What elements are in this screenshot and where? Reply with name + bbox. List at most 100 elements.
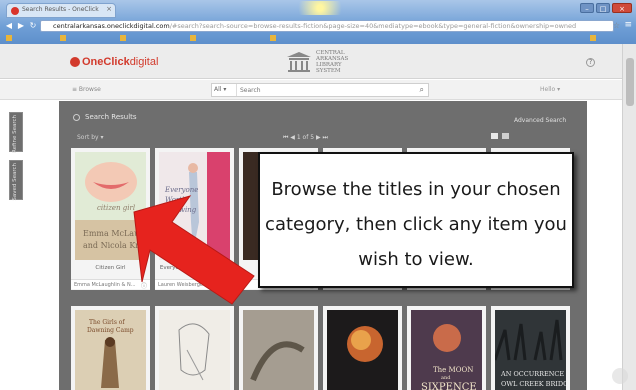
owl-creek-bridge-cover-art: AN OCCURRENCE AT OWL CREEK BRIDGE <box>495 310 566 390</box>
window-controls: – □ × <box>580 3 632 13</box>
info-icon[interactable]: ⓘ <box>225 281 231 290</box>
logo-suffix: digital <box>129 56 159 68</box>
book-cover[interactable] <box>327 310 398 390</box>
reload-icon[interactable]: ↻ <box>28 21 38 31</box>
bookmark-item[interactable] <box>6 35 14 42</box>
back-arrow-icon[interactable]: ◀ <box>4 21 14 31</box>
info-icon[interactable]: ⓘ <box>141 281 147 290</box>
book-cover[interactable]: The Girls of Dawning Camp <box>75 310 146 390</box>
book-card[interactable]: Everyone Worth Knowing Everyone Worth Kn… <box>155 148 234 290</box>
list-view-icon[interactable] <box>502 133 509 139</box>
pagination[interactable]: ⏮ ◀ 1 of 5 ▶ ⏭ <box>283 134 328 142</box>
page-scrollbar[interactable] <box>622 44 636 390</box>
help-icon[interactable]: ? <box>586 58 595 67</box>
browser-menu-icon[interactable]: ≡ <box>624 20 632 30</box>
book-cover[interactable]: AN OCCURRENCE AT OWL CREEK BRIDGE <box>495 310 566 390</box>
svg-text:Dawning Camp: Dawning Camp <box>87 327 134 334</box>
book-cover[interactable]: Emma McLaughlin and Nicola Kraus citizen… <box>75 152 146 260</box>
bookmark-item[interactable] <box>120 35 128 42</box>
url-host: centralarkansas.oneclickdigital.com <box>53 22 170 30</box>
book-title[interactable]: Citizen Girl <box>71 265 150 271</box>
advanced-search-link[interactable]: Advanced Search <box>514 117 566 124</box>
bookmark-item[interactable] <box>190 35 198 42</box>
book-title[interactable]: Everyone Worth Knowing <box>155 265 234 271</box>
logo-mark-icon <box>70 57 80 67</box>
close-tab-icon[interactable]: × <box>106 5 112 13</box>
book-cover-art <box>243 310 314 390</box>
bookmark-star-icon[interactable]: ☆ <box>613 21 620 30</box>
citizen-girl-cover-art: Emma McLaughlin and Nicola Kraus citizen… <box>75 152 146 260</box>
book-cover[interactable] <box>159 310 230 390</box>
book-cover[interactable] <box>243 310 314 390</box>
refine-search-label: Refine Search <box>12 115 18 153</box>
book-card-footer: Lauren Weisberger ⓘ <box>155 279 234 290</box>
svg-text:The Girls of: The Girls of <box>89 319 125 326</box>
browse-menu-button[interactable]: ≡ Browse <box>72 86 101 93</box>
favicon-icon <box>11 7 19 15</box>
browser-chrome: Search Results - OneClick × – □ × ◀ ▶ ↻ … <box>0 0 636 44</box>
book-card[interactable]: AN OCCURRENCE AT OWL CREEK BRIDGE <box>491 306 570 390</box>
svg-text:AN OCCURRENCE AT: AN OCCURRENCE AT <box>500 370 566 378</box>
user-menu[interactable]: Hello ▾ <box>540 86 560 93</box>
book-cover-art <box>159 310 230 390</box>
moon-and-sixpence-cover-art: The MOON and SIXPENCE <box>411 310 482 390</box>
grid-view-icon[interactable] <box>491 133 498 139</box>
view-toggle <box>491 133 509 139</box>
svg-text:and Nicola Kraus: and Nicola Kraus <box>83 241 146 250</box>
book-author: Lauren Weisberger <box>158 282 206 288</box>
bookmark-item[interactable] <box>60 35 68 42</box>
svg-text:OWL CREEK BRIDGE: OWL CREEK BRIDGE <box>501 380 566 388</box>
book-cover-art: The Girls of Dawning Camp <box>75 310 146 390</box>
svg-text:Everyone: Everyone <box>164 186 198 194</box>
site-toolbar: ≡ Browse All ▾ ⌕ Hello ▾ <box>0 80 636 100</box>
svg-text:The MOON: The MOON <box>433 366 473 374</box>
book-cover[interactable]: The MOON and SIXPENCE <box>411 310 482 390</box>
saved-search-tab[interactable]: Saved Search <box>9 160 23 201</box>
instruction-callout: Browse the titles in your chosen categor… <box>258 152 574 288</box>
sort-by-dropdown[interactable]: Sort by ▾ <box>77 134 103 141</box>
results-heading-text: Search Results <box>85 113 137 121</box>
bookmark-item[interactable] <box>590 35 598 42</box>
book-author: Emma McLaughlin & N... <box>74 282 136 288</box>
book-cover-art <box>327 310 398 390</box>
saved-search-label: Saved Search <box>12 163 18 201</box>
chrome-decoration <box>290 1 350 15</box>
book-card[interactable] <box>239 306 318 390</box>
scroll-thumb[interactable] <box>626 58 634 106</box>
results-heading: Search Results <box>73 113 137 121</box>
book-card[interactable] <box>155 306 234 390</box>
book-card[interactable]: The MOON and SIXPENCE <box>407 306 486 390</box>
oneclickdigital-logo[interactable]: OneClick digital <box>70 56 158 68</box>
svg-text:Emma McLaughlin: Emma McLaughlin <box>83 229 146 238</box>
svg-text:Worth: Worth <box>165 196 187 204</box>
next-page-icon[interactable] <box>612 368 628 384</box>
book-card-footer: Emma McLaughlin & N... ⓘ <box>71 279 150 290</box>
logo-brand: OneClick <box>82 56 130 68</box>
refine-search-tab[interactable]: Refine Search <box>9 112 23 153</box>
close-window-icon[interactable]: × <box>612 3 632 13</box>
book-card[interactable]: Emma McLaughlin and Nicola Kraus citizen… <box>71 148 150 290</box>
library-name: CENTRAL ARKANSAS LIBRARY SYSTEM <box>316 50 349 74</box>
minimize-icon[interactable]: – <box>580 3 594 13</box>
address-row: ◀ ▶ ↻ centralarkansas.oneclickdigital.co… <box>0 19 636 33</box>
search-input[interactable] <box>236 84 416 96</box>
tab-title: Search Results - OneClick <box>22 6 99 13</box>
book-card[interactable] <box>323 306 402 390</box>
bookmark-item[interactable] <box>270 35 278 42</box>
address-bar[interactable]: centralarkansas.oneclickdigital.com/#sea… <box>40 20 614 32</box>
instruction-text: Browse the titles in your chosen categor… <box>265 179 567 270</box>
forward-arrow-icon[interactable]: ▶ <box>16 21 26 31</box>
everyone-worth-knowing-cover-art: Everyone Worth Knowing <box>159 152 230 260</box>
search-scope-dropdown[interactable]: All ▾ <box>214 86 226 93</box>
url-path: /#search?search-source=browse-results-fi… <box>169 22 577 30</box>
library-logo[interactable]: CENTRAL ARKANSAS LIBRARY SYSTEM <box>286 48 376 76</box>
bookmarks-bar <box>0 34 636 44</box>
svg-text:citizen girl: citizen girl <box>97 204 135 212</box>
search-icon[interactable]: ⌕ <box>420 85 424 95</box>
back-circle-icon[interactable] <box>73 113 80 121</box>
book-card[interactable]: The Girls of Dawning Camp <box>71 306 150 390</box>
book-cover[interactable]: Everyone Worth Knowing <box>159 152 230 260</box>
browser-tab[interactable]: Search Results - OneClick × <box>6 3 116 18</box>
maximize-icon[interactable]: □ <box>596 3 610 13</box>
library-building-icon <box>287 52 311 72</box>
